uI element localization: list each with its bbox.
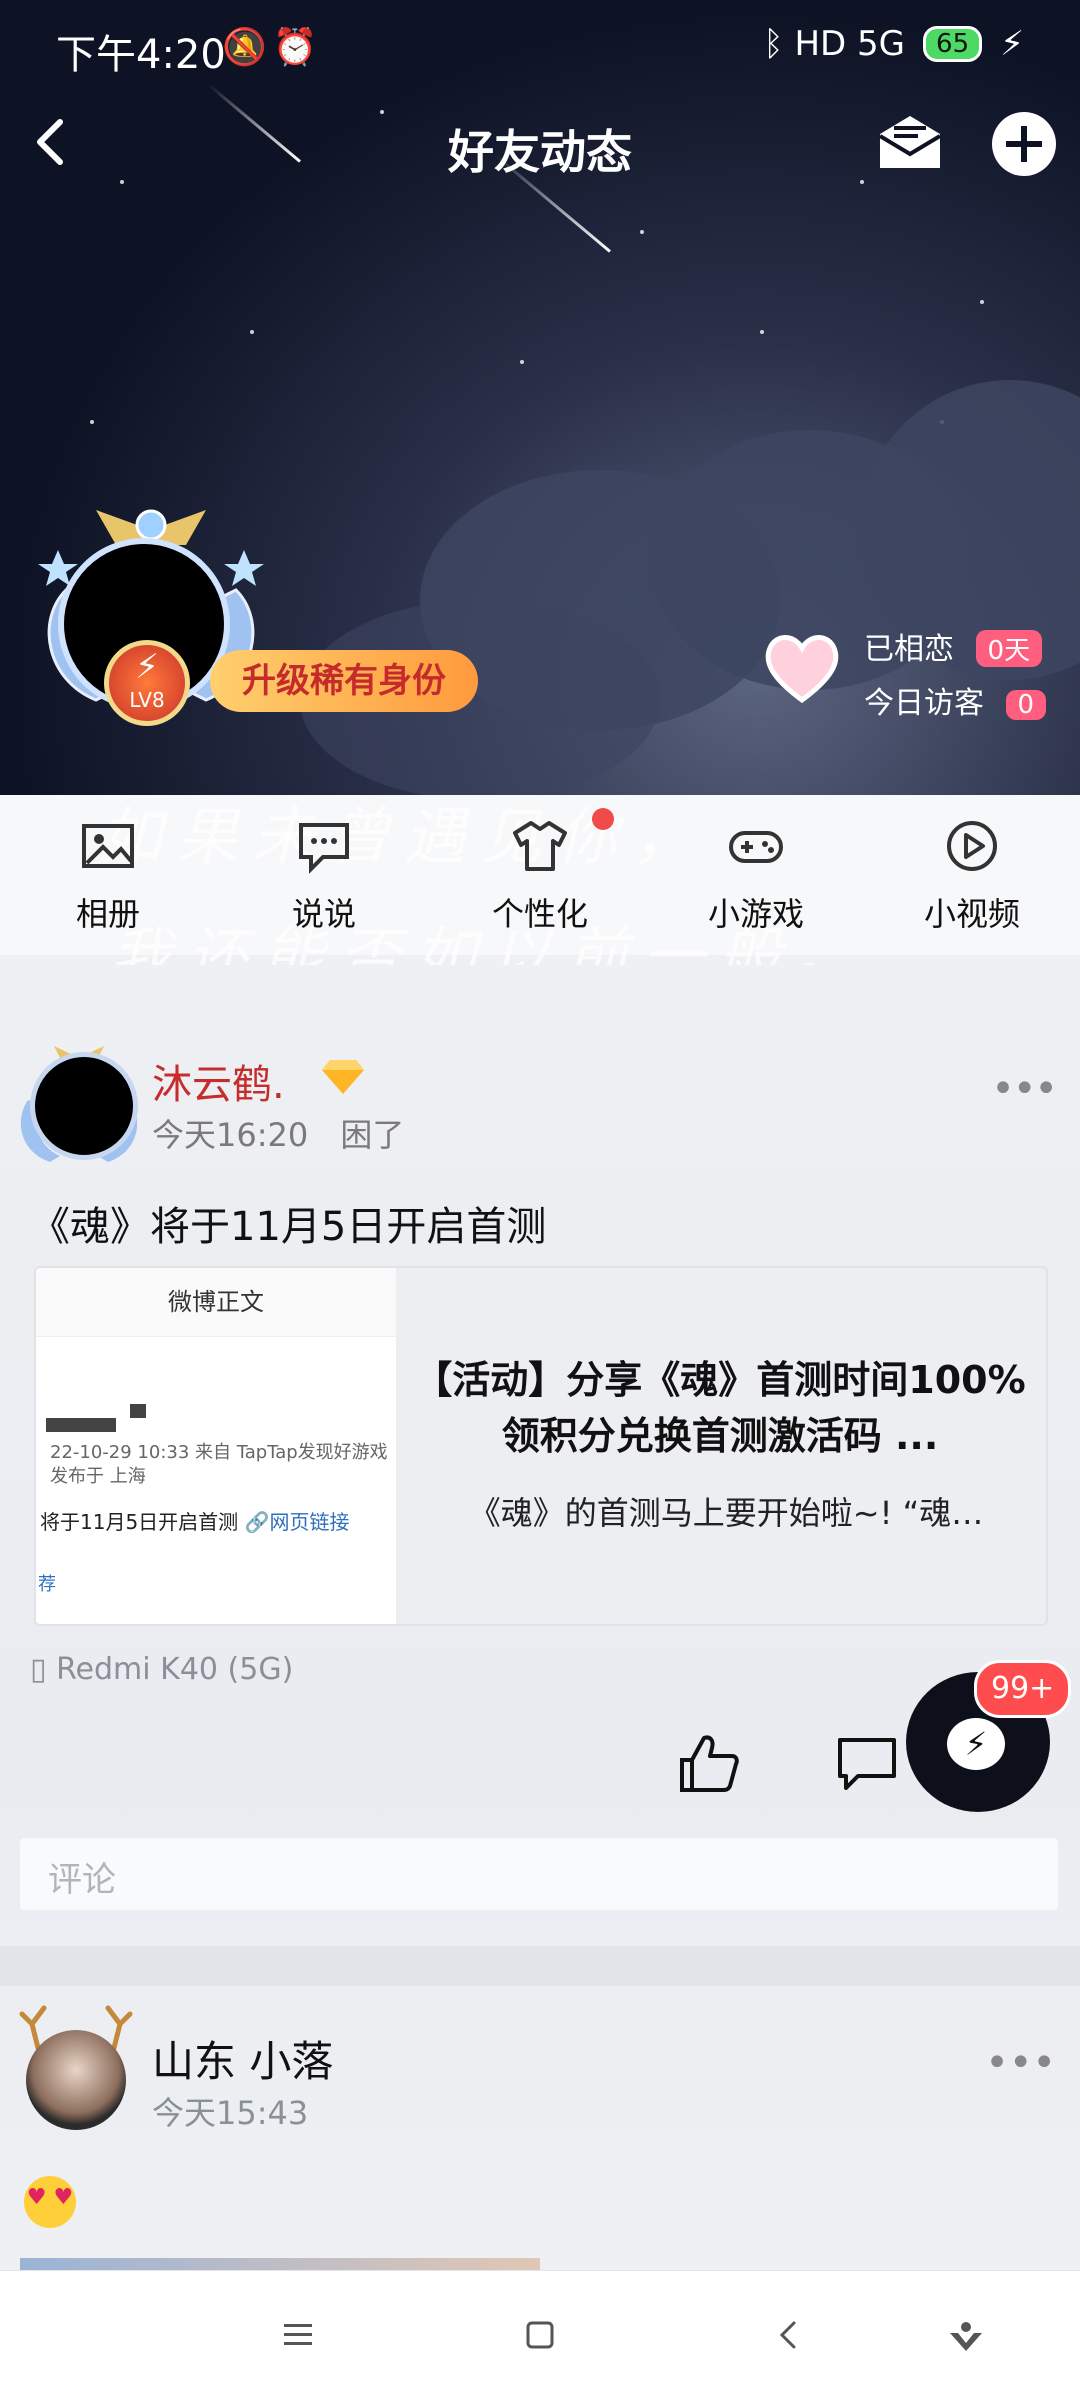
level-text: LV8 [129, 688, 165, 712]
lightning-icon: ⚡ [135, 647, 159, 687]
nav-minigame[interactable]: 小游戏 [676, 817, 836, 935]
thumb-body-text: 将于11月5日开启首测 [40, 1510, 239, 1534]
status-left-icons: 🔕⏰ [222, 27, 324, 68]
author-name[interactable]: 山东 小落 [152, 2028, 333, 2089]
shared-link-card[interactable]: 微博正文 22-10-29 10:33 来自 TapTap发现好游戏 发布于 上… [34, 1266, 1048, 1626]
stat-in-love: 已相恋 0天 [864, 624, 1043, 668]
status-bar: 下午4:20 🔕⏰ ᛒ HD 5G 65 ⚡ [0, 0, 1080, 96]
author-name[interactable]: 沐云鹤. [152, 1052, 285, 1110]
nav-album[interactable]: 相册 [28, 817, 188, 935]
level-badge[interactable]: ⚡ LV8 [104, 640, 190, 726]
card-title: 【活动】分享《魂》首测时间100%领积分兑换首测激活码 ... [414, 1358, 1026, 1458]
nav-label: 相册 [75, 895, 140, 933]
unread-badge: 99+ [974, 1660, 1072, 1718]
comment-input[interactable]: 评论 [20, 1838, 1058, 1910]
play-icon [947, 821, 997, 871]
assistant-icon[interactable] [946, 2315, 986, 2355]
status-time: 下午4:20 [56, 32, 226, 78]
nav-personalize[interactable]: 个性化 [460, 817, 620, 935]
post-mood: 困了 [340, 1116, 405, 1154]
nav-shuoshuo[interactable]: 说说 [244, 817, 404, 935]
charging-icon: ⚡ [1000, 24, 1024, 64]
heart-eyes-emoji-icon: ♥ ♥ [24, 2176, 76, 2228]
thumb-recommend: 荐 [38, 1574, 56, 1595]
diamond-vip-icon[interactable] [320, 1056, 366, 1096]
device-name: Redmi K40 (5G) [56, 1652, 294, 1687]
plus-icon [1006, 126, 1042, 162]
author-avatar[interactable] [30, 1052, 138, 1160]
like-thumb-icon[interactable] [676, 1730, 742, 1796]
gamepad-icon [729, 831, 783, 863]
comment-placeholder: 评论 [48, 1860, 116, 1900]
home-icon[interactable] [520, 2315, 560, 2355]
heart-icon[interactable] [762, 628, 842, 708]
add-post-button[interactable] [992, 112, 1056, 176]
message-box-icon[interactable] [876, 112, 944, 172]
signal-icons: ᛒ HD 5G [763, 24, 906, 64]
post-text: 《魂》将于11月5日开启首测 [30, 1204, 547, 1250]
stat-visitors[interactable]: 今日访客 0 [864, 678, 1047, 722]
status-right-icons: ᛒ HD 5G 65 ⚡ [763, 24, 1024, 64]
card-thumbnail: 微博正文 22-10-29 10:33 来自 TapTap发现好游戏 发布于 上… [36, 1268, 396, 1624]
card-description: 《魂》的首测马上要开始啦~! “魂… [468, 1494, 984, 1532]
back-icon[interactable] [768, 2315, 808, 2355]
thumb-header: 微博正文 [36, 1268, 396, 1337]
thumb-meta1: 22-10-29 10:33 来自 TapTap发现好游戏 [50, 1442, 388, 1463]
chat-bubble-icon [299, 823, 349, 874]
thumb-body: 将于11月5日开启首测 🔗网页链接 [40, 1506, 349, 1535]
notification-dot [592, 808, 614, 830]
battery-icon: 65 [923, 26, 983, 62]
stat-label: 今日访客 [864, 686, 984, 721]
comment-icon[interactable] [836, 1736, 898, 1792]
more-options-icon[interactable]: ••• [985, 2040, 1056, 2086]
lightning-bubble-icon: ⚡ [947, 1718, 1005, 1770]
thumb-meta2: 发布于 上海 [50, 1466, 146, 1487]
post-separator [0, 1946, 1080, 1986]
shirt-icon [513, 821, 567, 871]
upgrade-identity-button[interactable]: 升级稀有身份 [210, 650, 478, 712]
menu-icon[interactable] [278, 2315, 318, 2355]
stat-label: 已相恋 [864, 632, 954, 667]
thumb-link-text: 🔗网页链接 [244, 1510, 350, 1534]
post-time: 今天16:20 [152, 1116, 309, 1154]
author-avatar[interactable] [26, 2030, 126, 2130]
stat-value: 0天 [975, 630, 1043, 667]
top-bar: 好友动态 [0, 96, 1080, 196]
nav-label: 说说 [291, 895, 356, 933]
more-options-icon[interactable]: ••• [991, 1066, 1058, 1112]
system-navigation-bar [0, 2270, 1080, 2401]
phone-icon: ▯ [30, 1652, 47, 1687]
nav-label: 个性化 [491, 895, 588, 933]
nav-label: 小游戏 [707, 895, 804, 933]
nav-shortvideo[interactable]: 小视频 [892, 817, 1052, 935]
nav-label: 小视频 [923, 895, 1020, 933]
image-icon [82, 824, 134, 868]
post-meta: 今天16:20 困了 [152, 1110, 404, 1156]
post-time: 今天15:43 [152, 2094, 309, 2132]
device-label: ▯ Redmi K40 (5G) [30, 1652, 293, 1687]
post-image-preview[interactable] [20, 2258, 540, 2270]
stat-value: 0 [1005, 690, 1047, 720]
